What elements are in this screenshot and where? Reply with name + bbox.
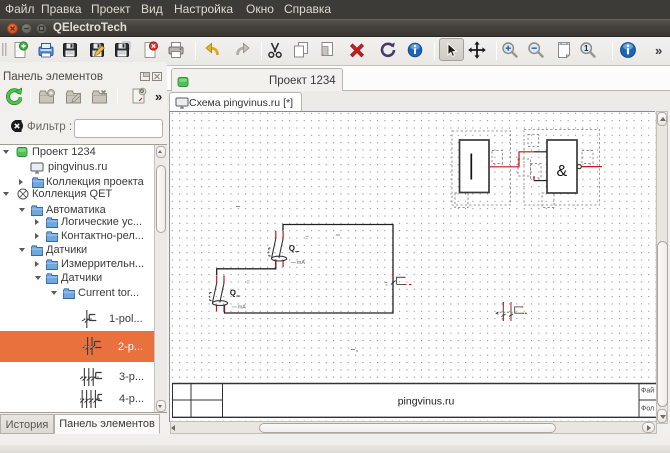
svg-text:Q: Q: [230, 289, 236, 298]
svg-text:&: &: [557, 163, 568, 180]
svg-text:Фай: Фай: [641, 387, 654, 395]
svg-text:Фол: Фол: [641, 406, 654, 413]
svg-text:mA: mA: [297, 260, 306, 266]
svg-text:mA: mA: [238, 305, 247, 311]
svg-text:Q: Q: [289, 244, 295, 253]
svg-text:pingvinus.ru: pingvinus.ru: [398, 396, 455, 408]
svg-text:1: 1: [584, 44, 589, 53]
